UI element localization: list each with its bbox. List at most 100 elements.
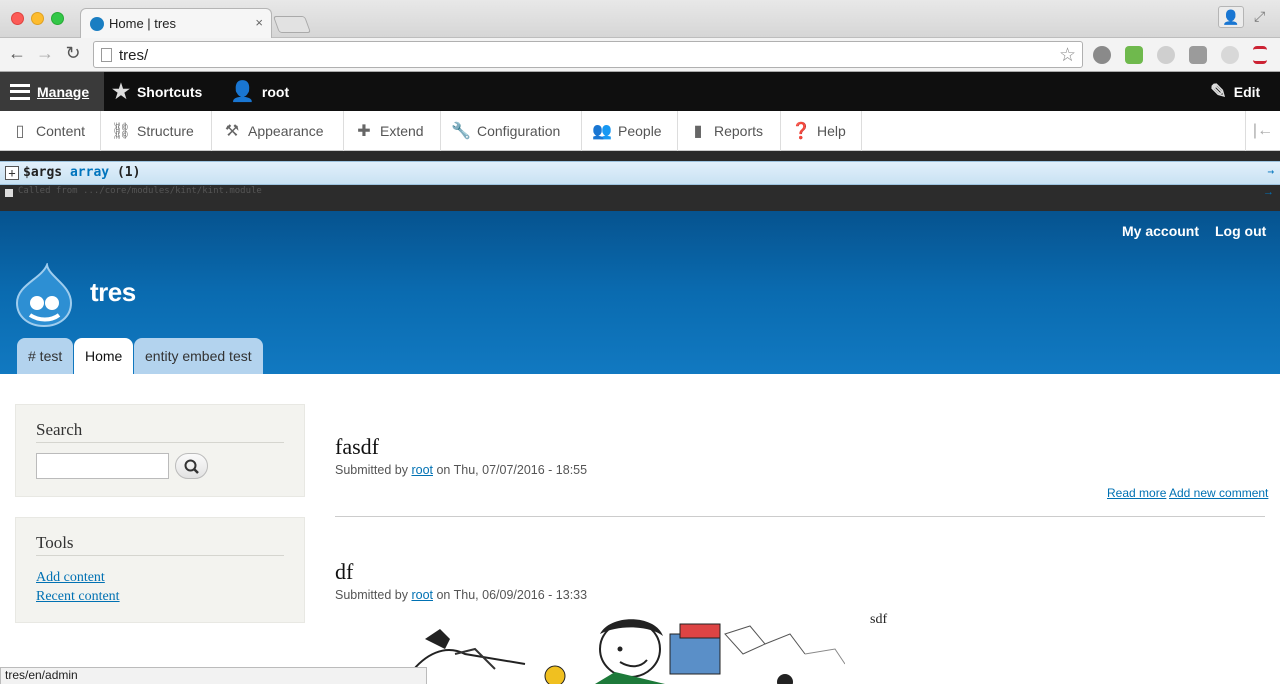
manage-label: Manage bbox=[37, 83, 90, 100]
pencil-icon: ✎ bbox=[1210, 81, 1227, 103]
divider bbox=[36, 555, 284, 556]
add-content-link[interactable]: Add content bbox=[36, 570, 105, 586]
node-title-link[interactable]: fasdf bbox=[335, 434, 379, 460]
tab-home[interactable]: Home bbox=[74, 338, 134, 374]
toolbar-shortcuts[interactable]: ★ Shortcuts bbox=[112, 72, 202, 111]
admin-tray: ▯ Content ⛓ Structure ⚒ Appearance ✚ Ext… bbox=[0, 111, 1280, 151]
tray-item-extend[interactable]: ✚ Extend bbox=[344, 111, 441, 151]
expand-mini-icon[interactable] bbox=[5, 189, 13, 197]
node-title-link[interactable]: df bbox=[335, 559, 353, 585]
tools-block: Tools Add content Recent content bbox=[15, 517, 305, 623]
search-button[interactable] bbox=[175, 453, 208, 479]
forward-button[interactable]: → bbox=[34, 43, 56, 64]
fullscreen-icon[interactable]: ⤢ bbox=[1254, 8, 1265, 25]
user-icon: 👤 bbox=[230, 81, 255, 103]
search-block: Search bbox=[15, 404, 305, 497]
drupal-logo-icon[interactable] bbox=[15, 263, 73, 327]
collapse-tray-icon[interactable]: |← bbox=[1245, 111, 1280, 151]
shortcuts-label: Shortcuts bbox=[136, 83, 203, 100]
hamburger-icon bbox=[10, 83, 30, 100]
tray-item-configuration[interactable]: 🔧 Configuration bbox=[441, 111, 582, 151]
tray-item-label: Structure bbox=[137, 123, 194, 139]
admin-toolbar: Manage ★ Shortcuts 👤 root ✎ Edit bbox=[0, 72, 1280, 111]
arrow-right-icon[interactable]: → bbox=[1267, 165, 1274, 178]
kint-variable-type: array bbox=[69, 165, 110, 180]
tray-item-label: Configuration bbox=[477, 123, 561, 139]
submitted-date: on Thu, 07/07/2016 - 18:55 bbox=[436, 463, 588, 477]
node-divider bbox=[335, 516, 1265, 517]
content-icon: ▯ bbox=[15, 123, 25, 140]
author-link[interactable]: root bbox=[411, 588, 433, 602]
arrow-right-icon[interactable]: → bbox=[1263, 186, 1274, 198]
tray-item-people[interactable]: 👥 People bbox=[582, 111, 678, 151]
bookmark-star-icon[interactable]: ☆ bbox=[1059, 44, 1076, 67]
kint-debug-panel: + $args array (1) → bbox=[0, 151, 1280, 185]
add-new-comment-link[interactable]: Add new comment bbox=[1169, 486, 1268, 500]
bar-chart-icon: ▮ bbox=[693, 123, 703, 140]
tray-item-label: Help bbox=[817, 123, 846, 139]
tray-item-label: Appearance bbox=[248, 123, 324, 139]
tray-item-label: Reports bbox=[714, 123, 764, 139]
toolbar-edit[interactable]: ✎ Edit bbox=[1210, 72, 1260, 111]
kint-called-from: Called from .../core/modules/kint/kint.m… bbox=[0, 185, 1280, 211]
kint-variable-name: $args bbox=[23, 165, 63, 180]
tray-item-label: Content bbox=[36, 123, 86, 139]
extension-icon-3[interactable] bbox=[1157, 46, 1175, 64]
puzzle-icon: ✚ bbox=[357, 123, 371, 140]
tray-item-structure[interactable]: ⛓ Structure bbox=[101, 111, 212, 151]
link-status-bar: tres/en/admin bbox=[0, 667, 427, 684]
tab-entity-embed-test[interactable]: entity embed test bbox=[134, 338, 263, 374]
my-account-link[interactable]: My account bbox=[1122, 223, 1199, 239]
cartoon-image bbox=[409, 619, 845, 684]
extension-icon-2[interactable] bbox=[1125, 46, 1143, 64]
tray-item-appearance[interactable]: ⚒ Appearance bbox=[212, 111, 344, 151]
kint-variable-count: (1) bbox=[116, 165, 141, 180]
menu-icon[interactable] bbox=[1253, 46, 1267, 64]
minimize-window-button[interactable] bbox=[31, 12, 44, 25]
tray-item-content[interactable]: ▯ Content bbox=[0, 111, 101, 151]
expand-icon[interactable]: + bbox=[5, 166, 19, 180]
site-name[interactable]: tres bbox=[90, 277, 136, 308]
hammer-icon: ⚒ bbox=[224, 123, 240, 140]
search-icon bbox=[184, 459, 199, 474]
drupal-favicon-icon bbox=[90, 17, 104, 31]
author-link[interactable]: root bbox=[411, 463, 433, 477]
browser-tab-active[interactable]: Home | tres × bbox=[80, 8, 272, 38]
url-text[interactable]: tres/ bbox=[119, 47, 148, 64]
node-body: sdf bbox=[870, 612, 888, 627]
search-input[interactable] bbox=[36, 453, 169, 479]
site-header: My account Log out tres # test Home enti… bbox=[0, 211, 1280, 374]
kint-variable-row[interactable]: + $args array (1) → bbox=[0, 161, 1280, 185]
tray-item-reports[interactable]: ▮ Reports bbox=[678, 111, 781, 151]
divider bbox=[36, 442, 284, 443]
extension-icon-4[interactable] bbox=[1189, 46, 1207, 64]
help-icon: ❓ bbox=[791, 123, 811, 140]
submitted-prefix: Submitted by bbox=[335, 463, 408, 477]
browser-toolbar: ← → ↻ tres/ ☆ bbox=[0, 38, 1280, 72]
page-icon bbox=[101, 48, 112, 62]
log-out-link[interactable]: Log out bbox=[1215, 223, 1266, 239]
reload-button[interactable]: ↻ bbox=[62, 43, 84, 64]
extension-icon-5[interactable] bbox=[1221, 46, 1239, 64]
profile-icon[interactable]: 👤 bbox=[1218, 6, 1244, 28]
zoom-window-button[interactable] bbox=[51, 12, 64, 25]
toolbar-user[interactable]: 👤 root bbox=[230, 72, 289, 111]
recent-content-link[interactable]: Recent content bbox=[36, 589, 120, 605]
tray-item-help[interactable]: ❓ Help bbox=[781, 111, 862, 151]
toolbar-manage[interactable]: Manage bbox=[0, 72, 104, 111]
search-block-title: Search bbox=[36, 420, 83, 439]
browser-tab-strip: Home | tres × 👤 ⤢ bbox=[0, 0, 1280, 38]
back-button[interactable]: ← bbox=[6, 43, 28, 64]
address-bar[interactable]: tres/ ☆ bbox=[93, 41, 1083, 68]
tray-item-label: People bbox=[618, 123, 662, 139]
edit-label: Edit bbox=[1233, 83, 1261, 100]
tools-block-title: Tools bbox=[36, 533, 74, 552]
kint-variable: $args array (1) bbox=[23, 165, 140, 180]
close-window-button[interactable] bbox=[11, 12, 24, 25]
tab-title: Home | tres bbox=[109, 16, 176, 31]
extension-icon-1[interactable] bbox=[1093, 46, 1111, 64]
tab-test[interactable]: # test bbox=[17, 338, 74, 374]
tab-close-icon[interactable]: × bbox=[255, 15, 263, 30]
new-tab-button[interactable] bbox=[272, 16, 312, 33]
read-more-link[interactable]: Read more bbox=[1107, 486, 1166, 500]
